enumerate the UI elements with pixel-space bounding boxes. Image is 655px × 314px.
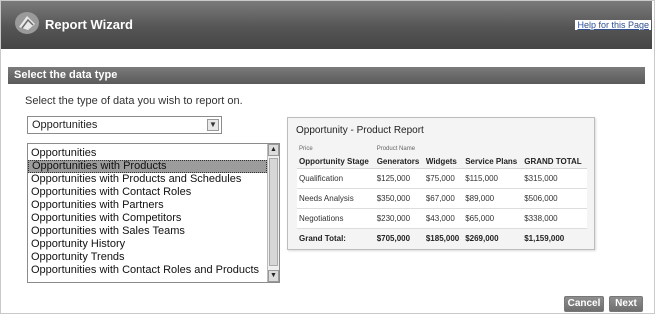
table-cell: $67,000 — [423, 188, 464, 209]
report-preview-title: Opportunity - Product Report — [296, 125, 424, 136]
data-type-select-value: Opportunities — [32, 119, 98, 131]
table-cell: $338,000 — [522, 208, 587, 229]
scroll-thumb[interactable] — [269, 158, 278, 266]
total-cell: $185,000 — [425, 234, 460, 243]
group-label-product: Product Name — [376, 146, 416, 152]
scroll-down-icon[interactable]: ▼ — [268, 270, 279, 282]
list-item[interactable]: Opportunities with Sales Teams — [28, 225, 267, 238]
column-header: Generators — [374, 154, 424, 169]
table-cell: $506,000 — [522, 188, 587, 209]
listbox-scrollbar[interactable]: ▲ ▼ — [267, 144, 279, 282]
table-cell: Needs Analysis — [297, 188, 375, 209]
cancel-button[interactable]: Cancel — [564, 296, 604, 312]
report-wizard-logo-icon — [15, 12, 39, 34]
list-item[interactable]: Opportunities with Partners — [28, 199, 267, 212]
header-bar: Report Wizard — [1, 1, 652, 49]
table-cell: Qualification — [297, 168, 375, 189]
table-cell: Negotiations — [297, 208, 375, 229]
list-item[interactable]: Opportunities — [28, 147, 267, 160]
report-preview-table: Price Product Name Opportunity Stage Gen… — [297, 144, 587, 248]
total-label: Grand Total: — [299, 234, 346, 243]
help-link[interactable]: Help for this Page — [575, 20, 651, 30]
list-item[interactable]: Opportunities with Products and Schedule… — [28, 173, 267, 186]
list-item[interactable]: Opportunity Trends — [28, 251, 267, 264]
data-type-listbox[interactable]: Opportunities Opportunities with Products… — [27, 143, 280, 283]
table-row: Needs Analysis $350,000 $67,000 $89,000 $506… — [297, 188, 587, 209]
table-cell: $230,000 — [374, 208, 424, 229]
table-cell: $75,000 — [423, 168, 464, 189]
table-header-row: Opportunity Stage Generators Widgets Ser… — [297, 154, 587, 169]
report-preview: Opportunity - Product Report Price Produ… — [287, 117, 595, 250]
list-item[interactable]: Opportunities with Competitors — [28, 212, 267, 225]
table-row: Qualification $125,000 $75,000 $115,000 $315… — [297, 168, 587, 189]
page-title: Report Wizard — [45, 17, 133, 32]
table-total-row: Grand Total: $705,000 $185,000 $269,000 … — [297, 229, 587, 249]
table-cell: $65,000 — [463, 208, 523, 229]
column-header: Service Plans — [463, 154, 523, 169]
total-cell: $269,000 — [465, 234, 499, 243]
column-header: Widgets — [423, 154, 464, 169]
total-cell: $705,000 — [376, 234, 411, 243]
list-item[interactable]: Opportunities with Products — [28, 160, 267, 173]
data-type-select[interactable]: Opportunities ▼ — [27, 116, 222, 134]
table-cell: $115,000 — [463, 168, 523, 189]
table-cell: $315,000 — [522, 168, 587, 189]
table-cell: $125,000 — [374, 168, 424, 189]
list-item[interactable]: Opportunities with Contact Roles and Pro… — [28, 264, 267, 277]
data-type-list: Opportunities Opportunities with Products… — [28, 147, 267, 277]
column-header: GRAND TOTAL — [522, 154, 587, 169]
list-item[interactable]: Opportunity History — [28, 238, 267, 251]
total-cell: $1,159,000 — [524, 234, 565, 243]
column-header: Opportunity Stage — [297, 154, 375, 169]
table-cell: $350,000 — [374, 188, 424, 209]
table-group-row: Price Product Name — [297, 144, 587, 154]
next-button[interactable]: Next — [609, 296, 643, 312]
chevron-down-icon[interactable]: ▼ — [207, 119, 219, 131]
table-cell: $43,000 — [423, 208, 464, 229]
table-row: Negotiations $230,000 $43,000 $65,000 $338,0… — [297, 208, 587, 229]
instruction-text: Select the type of data you wish to repo… — [25, 95, 243, 107]
scroll-up-icon[interactable]: ▲ — [268, 144, 279, 156]
section-title: Select the data type — [8, 67, 645, 84]
table-cell: $89,000 — [463, 188, 523, 209]
group-label-price: Price — [299, 146, 313, 152]
list-item[interactable]: Opportunities with Contact Roles — [28, 186, 267, 199]
